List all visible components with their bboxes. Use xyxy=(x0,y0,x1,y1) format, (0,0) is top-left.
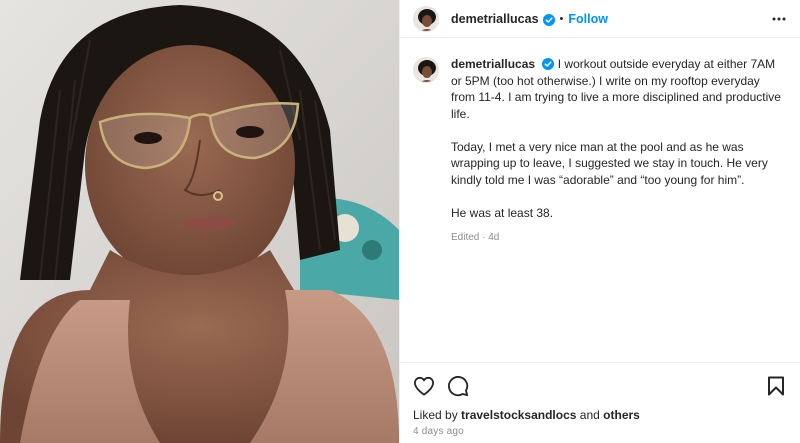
likes-user-link[interactable]: travelstocksandlocs xyxy=(461,408,576,422)
likes-joiner: and xyxy=(579,408,600,422)
author-username[interactable]: demetriallucas xyxy=(451,12,539,26)
caption-block: demetriallucas I workout outside everyda… xyxy=(413,56,784,246)
caption-username[interactable]: demetriallucas xyxy=(451,57,535,71)
heart-icon[interactable] xyxy=(412,374,436,398)
comment-bubble-icon[interactable] xyxy=(446,374,470,398)
likes-prefix: Liked by xyxy=(413,408,458,422)
caption-avatar[interactable] xyxy=(413,57,439,83)
avatar-image xyxy=(414,6,438,31)
follow-button[interactable]: Follow xyxy=(568,12,608,26)
action-icons xyxy=(400,363,800,409)
bookmark-icon[interactable] xyxy=(764,374,788,398)
post-timestamp[interactable]: 4 days ago xyxy=(413,426,464,437)
caption-text: demetriallucas I workout outside everyda… xyxy=(451,56,784,246)
author-avatar[interactable] xyxy=(413,5,439,32)
post-details-panel: demetriallucas • Follow demetriallucas I… xyxy=(399,0,800,443)
post-header: demetriallucas • Follow xyxy=(400,0,800,38)
likes-summary: Liked by travelstocksandlocs and others xyxy=(413,408,640,422)
separator-dot: • xyxy=(559,12,564,25)
verified-badge-icon xyxy=(542,58,555,70)
actions-bar xyxy=(400,362,800,409)
verified-badge-icon xyxy=(542,13,555,26)
more-options-icon[interactable] xyxy=(770,10,788,28)
instagram-post: demetriallucas • Follow demetriallucas I… xyxy=(0,0,800,443)
post-photo[interactable] xyxy=(0,0,399,443)
caption-paragraph-3: He was at least 38. xyxy=(451,205,554,220)
likes-others-link[interactable]: others xyxy=(603,408,640,422)
selfie-illustration xyxy=(0,0,399,443)
caption-paragraph-2: Today, I met a very nice man at the pool… xyxy=(451,139,768,187)
avatar-image xyxy=(414,58,438,82)
edited-timestamp: Edited · 4d xyxy=(451,231,500,243)
